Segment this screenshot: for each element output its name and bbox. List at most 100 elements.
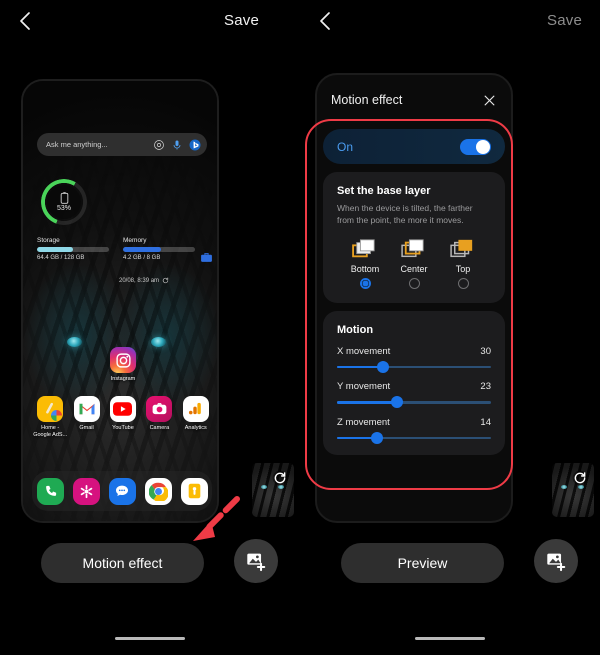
radio-bottom[interactable]	[359, 277, 371, 289]
radio-center[interactable]	[408, 277, 420, 289]
right-topbar: Save	[300, 0, 600, 42]
left-screen: Save Ask me anything... 53% Storage 64.4…	[0, 0, 300, 655]
home-indicator	[115, 637, 185, 640]
base-layer-option-top[interactable]: Top	[439, 238, 487, 289]
slider-y: Y movement 23	[337, 381, 491, 409]
app-grid: Instagram Home - Google AdS... Gmail You…	[32, 347, 214, 439]
files-icon[interactable]	[180, 477, 208, 505]
wallpaper-eye-right	[151, 337, 166, 347]
radio-top[interactable]	[457, 277, 469, 289]
add-image-icon	[247, 553, 266, 572]
save-button[interactable]: Save	[547, 12, 582, 29]
google-ads-icon	[37, 395, 64, 422]
preview-button[interactable]: Preview	[341, 543, 504, 583]
motion-effect-switch[interactable]	[460, 138, 491, 155]
motion-card: Motion X movement 30 Y movement 23 Z mov…	[323, 310, 505, 456]
app-row-main: Home - Google AdS... Gmail YouTube Camer…	[32, 395, 214, 439]
wallpaper-eye-left	[67, 337, 82, 347]
usage-timestamp: 20/08, 8:39 am	[119, 277, 160, 284]
layers-center-icon	[401, 239, 424, 257]
search-bar[interactable]: Ask me anything...	[37, 133, 207, 156]
base-layer-card: Set the base layer When the device is ti…	[323, 172, 505, 303]
app-gmail[interactable]: Gmail	[70, 395, 104, 439]
layers-top-icon	[450, 239, 473, 257]
phone-preview[interactable]: Ask me anything... 53% Storage 64.4 GB /…	[21, 79, 219, 523]
base-layer-title: Set the base layer	[337, 185, 431, 197]
motion-effect-toggle-row[interactable]: On	[323, 129, 505, 164]
motion-effect-sheet: Motion effect On Set the base layer When…	[315, 73, 513, 523]
battery-core: 53%	[47, 185, 81, 219]
option-label: Top	[455, 263, 471, 274]
slider-x-header: X movement 30	[337, 346, 491, 357]
thumbnail-eye-left	[561, 485, 567, 489]
search-placeholder: Ask me anything...	[46, 140, 108, 149]
layers-bottom-icon	[352, 239, 375, 257]
lens-icon[interactable]	[153, 139, 165, 151]
app-row-featured: Instagram	[32, 347, 214, 383]
storage-title: Storage	[37, 237, 60, 244]
toggle-label: On	[337, 139, 354, 154]
refresh-icon[interactable]	[572, 470, 588, 486]
slider-x-track[interactable]	[337, 360, 491, 373]
app-label: Instagram	[110, 376, 136, 382]
usage-timestamp-row: 20/08, 8:39 am	[119, 277, 169, 284]
chevron-left-icon[interactable]	[312, 8, 338, 34]
base-layer-option-center[interactable]: Center	[390, 238, 438, 289]
slider-y-track[interactable]	[337, 396, 491, 409]
memory-title: Memory	[123, 237, 147, 244]
contacts-icon[interactable]	[72, 477, 100, 505]
right-screen: Save Motion effect On Set the base layer…	[300, 0, 600, 655]
slider-label: X movement	[337, 345, 391, 357]
sheet-title: Motion effect	[331, 93, 403, 107]
battery-icon	[60, 192, 68, 204]
base-layer-options: Bottom Center Top	[337, 238, 491, 289]
slider-value: 30	[480, 345, 491, 357]
memory-bar	[123, 247, 195, 252]
bing-icon[interactable]	[189, 139, 201, 151]
slider-value: 23	[480, 381, 491, 393]
add-image-button[interactable]	[534, 539, 578, 583]
refresh-icon[interactable]	[162, 277, 169, 284]
slider-z: Z movement 14	[337, 417, 491, 444]
app-camera[interactable]: Camera	[142, 395, 176, 439]
app-label: Gmail	[79, 424, 94, 431]
messages-icon[interactable]	[108, 477, 136, 505]
briefcase-icon[interactable]	[200, 251, 213, 264]
usage-widget[interactable]: Storage 64.4 GB / 128 GB Memory 4.2 GB /…	[37, 237, 212, 262]
app-instagram[interactable]: Instagram	[106, 347, 140, 383]
app-label: Analytics	[184, 424, 207, 431]
slider-value: 14	[480, 416, 491, 428]
base-layer-option-bottom[interactable]: Bottom	[341, 238, 389, 289]
app-label: Home - Google AdS...	[33, 424, 68, 438]
youtube-icon	[109, 395, 136, 422]
refresh-icon[interactable]	[272, 470, 288, 486]
slider-z-header: Z movement 14	[337, 417, 491, 428]
chevron-left-icon[interactable]	[12, 8, 38, 34]
app-analytics[interactable]: Analytics	[179, 395, 213, 439]
close-icon[interactable]	[482, 93, 497, 108]
storage-block: Storage 64.4 GB / 128 GB	[37, 237, 109, 261]
screenshot-root: Save Ask me anything... 53% Storage 64.4…	[0, 0, 600, 655]
save-button[interactable]: Save	[224, 12, 259, 29]
add-image-icon	[547, 553, 566, 572]
app-youtube[interactable]: YouTube	[106, 395, 140, 439]
gmail-icon	[73, 395, 100, 422]
dock	[32, 471, 212, 511]
slider-z-track[interactable]	[337, 431, 491, 444]
instagram-icon	[110, 347, 136, 373]
slider-x: X movement 30	[337, 346, 491, 373]
battery-widget[interactable]: 53%	[41, 179, 87, 225]
chrome-icon[interactable]	[144, 477, 172, 505]
slider-y-header: Y movement 23	[337, 381, 491, 392]
motion-effect-button[interactable]: Motion effect	[41, 543, 204, 583]
memory-value: 4.2 GB / 8 GB	[123, 255, 161, 261]
app-google-ads[interactable]: Home - Google AdS...	[33, 395, 68, 439]
mic-icon[interactable]	[171, 139, 183, 151]
camera-icon	[146, 395, 173, 422]
analytics-icon	[182, 395, 209, 422]
motion-title: Motion	[337, 323, 374, 336]
phone-icon[interactable]	[36, 477, 64, 505]
storage-value: 64.4 GB / 128 GB	[37, 255, 85, 261]
left-topbar: Save	[0, 0, 300, 42]
add-image-button[interactable]	[234, 539, 278, 583]
